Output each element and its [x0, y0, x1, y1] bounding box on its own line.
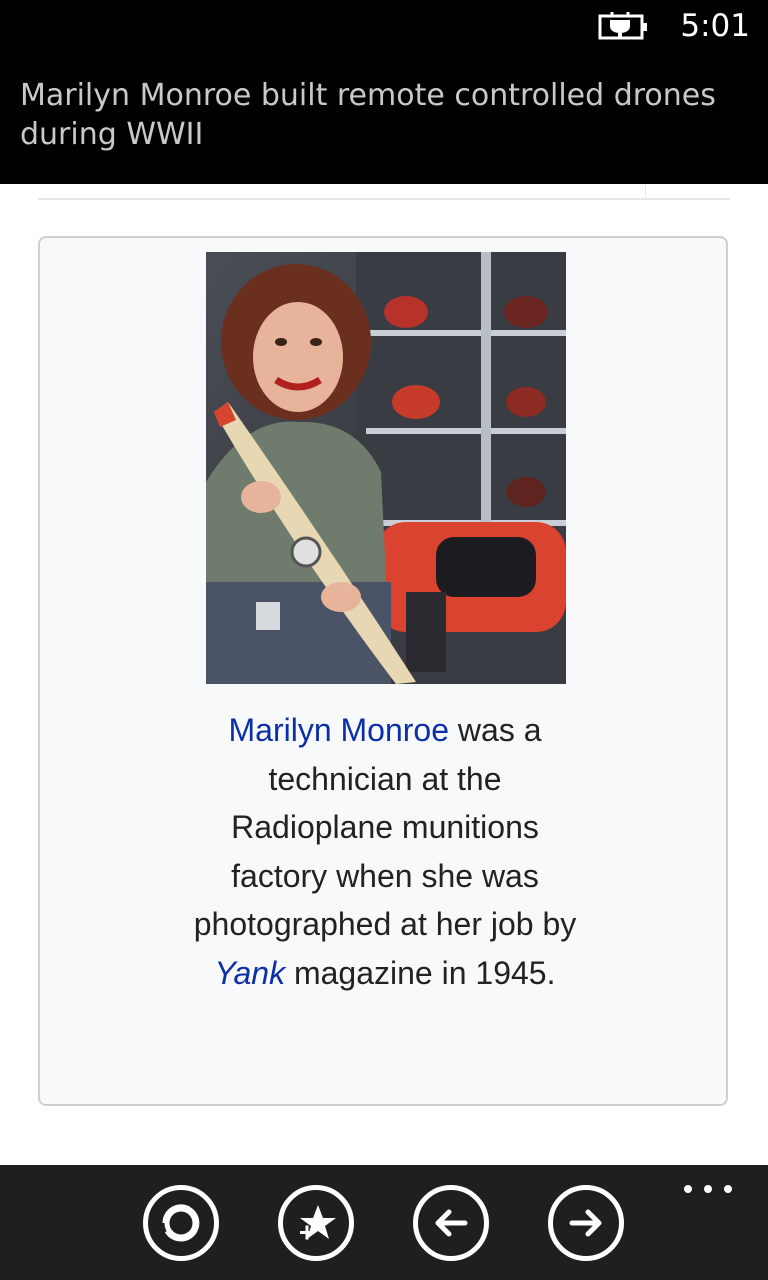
caption-text-end: magazine in 1945. — [285, 954, 556, 991]
ellipsis-icon — [704, 1185, 712, 1193]
status-time: 5:01 — [680, 8, 750, 44]
article-content[interactable]: Marilyn Monroe was a technician at the R… — [0, 184, 768, 1164]
back-button[interactable] — [413, 1185, 489, 1261]
more-options-button[interactable] — [684, 1181, 732, 1197]
add-favorite-icon — [300, 1205, 336, 1240]
image-caption-box: Marilyn Monroe was a technician at the R… — [38, 236, 728, 1106]
page-title: Marilyn Monroe built remote controlled d… — [20, 78, 716, 152]
forward-arrow-icon — [569, 1209, 602, 1237]
link-marilyn-monroe[interactable]: Marilyn Monroe — [229, 712, 450, 748]
add-favorite-button[interactable] — [278, 1185, 354, 1261]
battery-charging-icon — [598, 12, 647, 40]
article-photo[interactable] — [206, 252, 566, 684]
refresh-icon — [162, 1204, 200, 1242]
app-bar — [0, 1165, 768, 1280]
refresh-button[interactable] — [143, 1185, 219, 1261]
ellipsis-icon — [684, 1185, 692, 1193]
divider — [645, 184, 646, 198]
forward-button[interactable] — [548, 1185, 624, 1261]
divider — [38, 198, 730, 200]
image-caption: Marilyn Monroe was a technician at the R… — [190, 706, 580, 997]
title-bar: Marilyn Monroe built remote controlled d… — [0, 56, 768, 184]
link-yank[interactable]: Yank — [215, 955, 286, 991]
ellipsis-icon — [724, 1185, 732, 1193]
back-arrow-icon — [435, 1209, 468, 1237]
status-bar: 5:01 — [0, 0, 768, 56]
